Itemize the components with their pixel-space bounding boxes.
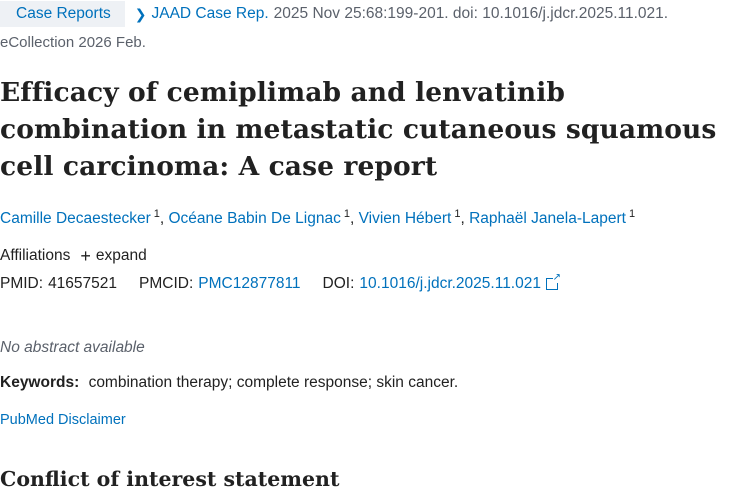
author-link[interactable]: Camille Decaestecker bbox=[0, 210, 151, 227]
article-type-link[interactable]: Case Reports bbox=[0, 1, 125, 27]
doi-label: DOI: bbox=[322, 275, 355, 292]
keywords-text: combination therapy; complete response; … bbox=[88, 374, 459, 391]
keywords-label: Keywords: bbox=[0, 374, 80, 391]
journal-link[interactable]: JAAD Case Rep. bbox=[152, 5, 269, 23]
author-list: Camille Decaestecker 1, Océane Babin De L… bbox=[0, 208, 636, 227]
author-link[interactable]: Océane Babin De Lignac bbox=[169, 210, 341, 227]
citation-details: 2025 Nov 25:68:199-201. doi: 10.1016/j.j… bbox=[273, 5, 669, 22]
affiliation-sup[interactable]: 1 bbox=[629, 208, 635, 220]
chevron-right-icon[interactable]: ❯ bbox=[135, 6, 147, 23]
affiliations-label: Affiliations bbox=[0, 247, 71, 264]
pmid-value: 41657521 bbox=[48, 275, 118, 292]
doi-link[interactable]: 10.1016/j.jdcr.2025.11.021 bbox=[359, 275, 541, 293]
pmcid-link[interactable]: PMC12877811 bbox=[198, 275, 300, 293]
affiliations-toggle[interactable]: Affiliations + expand bbox=[0, 247, 147, 265]
pmcid-label: PMCID: bbox=[139, 275, 194, 292]
plus-icon[interactable]: + bbox=[80, 247, 91, 265]
citation-row: Case Reports ❯ JAAD Case Rep. 2025 Nov 2… bbox=[0, 0, 750, 28]
keywords-row: Keywords: combination therapy; complete … bbox=[0, 374, 458, 392]
expand-label[interactable]: expand bbox=[96, 247, 147, 265]
author-link[interactable]: Raphaël Janela-Lapert bbox=[469, 210, 626, 227]
pubmed-disclaimer-link[interactable]: PubMed Disclaimer bbox=[0, 412, 126, 428]
external-link-icon[interactable] bbox=[545, 272, 561, 290]
article-title: Efficacy of cemiplimab and lenvatinib co… bbox=[0, 77, 717, 182]
identifiers-row: PMID: 41657521 PMCID: PMC12877811 DOI: 1… bbox=[0, 272, 561, 293]
no-abstract-text: No abstract available bbox=[0, 339, 145, 356]
conflict-of-interest-heading: Conflict of interest statement bbox=[0, 467, 340, 491]
ecollection-text: eCollection 2026 Feb. bbox=[0, 34, 146, 51]
author-link[interactable]: Vivien Hébert bbox=[359, 210, 452, 227]
pmid-label: PMID: bbox=[0, 275, 44, 292]
